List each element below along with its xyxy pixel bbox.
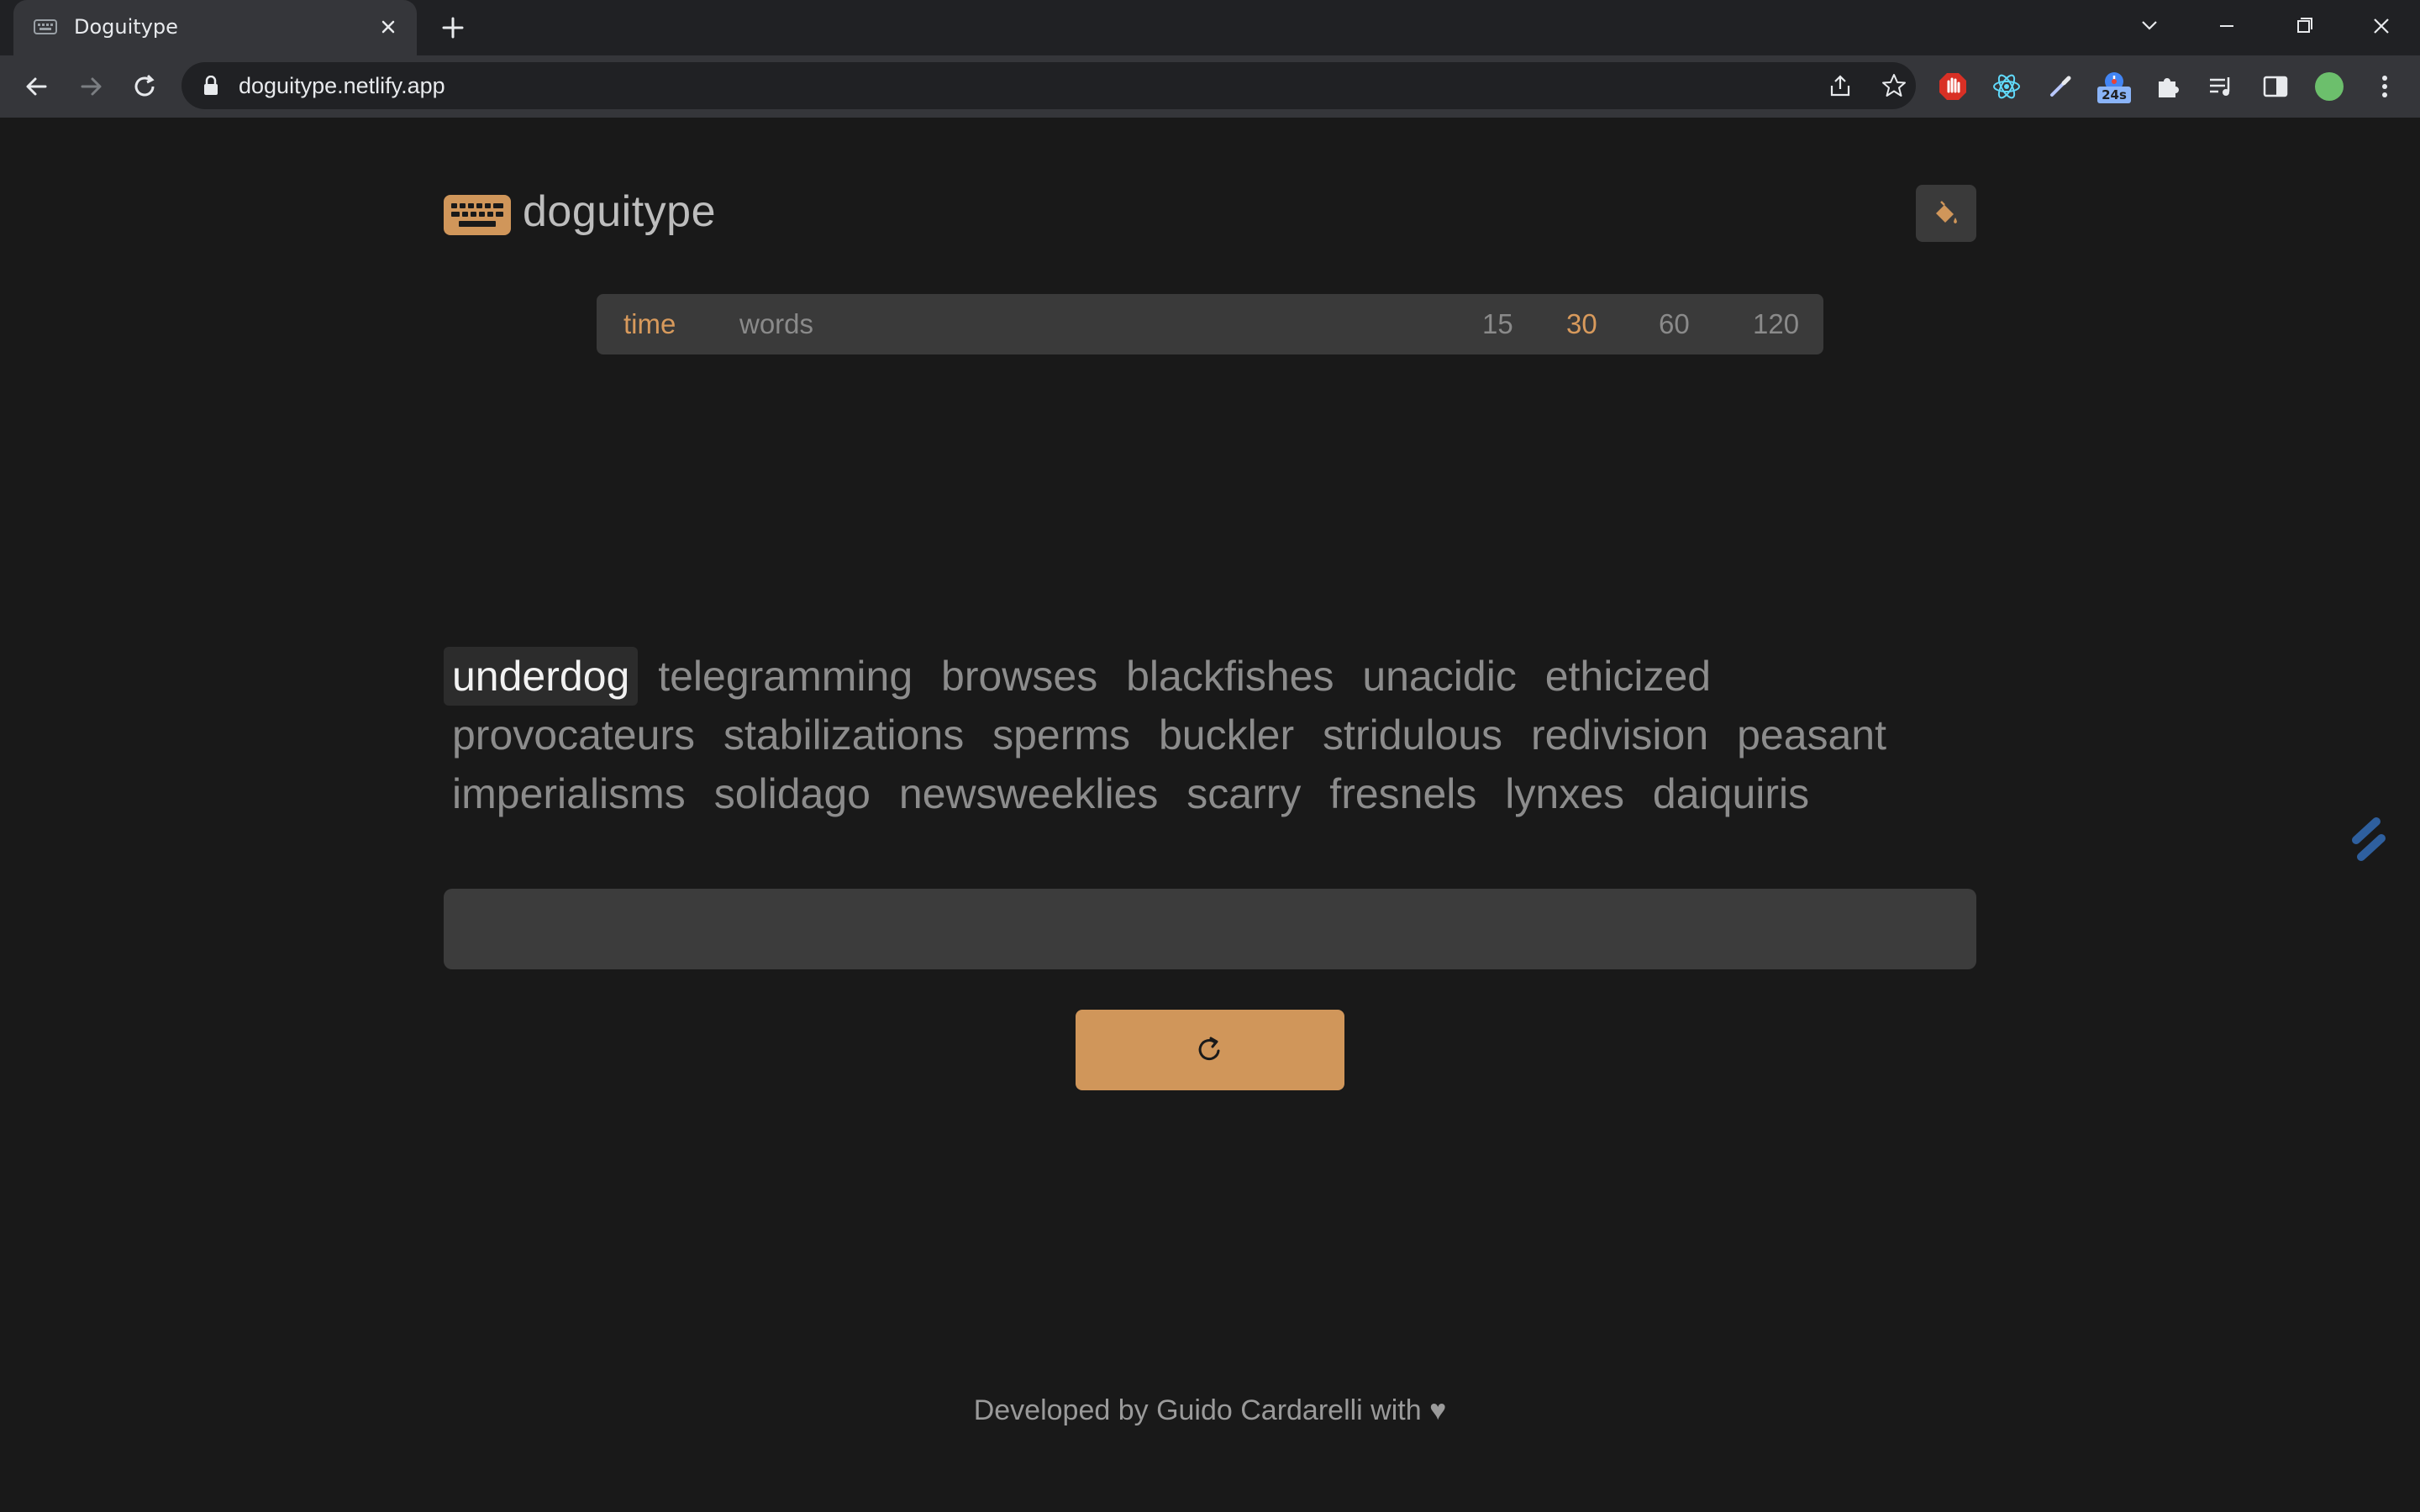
duration-120[interactable]: 120 <box>1753 308 1799 340</box>
word-list: underdog telegramming browses blackfishe… <box>444 647 1981 823</box>
footer-credit: Developed by Guido Cardarelli with ♥ <box>973 1394 1447 1426</box>
timer-extension-icon[interactable]: 24s <box>2097 70 2131 103</box>
word: scarry <box>1186 770 1302 817</box>
chevron-down-icon[interactable] <box>2133 12 2166 40</box>
lock-icon[interactable] <box>203 76 218 96</box>
word: fresnels <box>1329 770 1477 817</box>
theme-button[interactable] <box>1916 185 1976 242</box>
close-icon[interactable] <box>375 13 402 40</box>
word: ethicized <box>1544 653 1712 700</box>
back-arrow-icon[interactable] <box>20 70 54 103</box>
word: telegramming <box>658 653 913 700</box>
word: newsweeklies <box>898 770 1159 817</box>
kebab-menu-icon[interactable] <box>2368 70 2402 103</box>
current-word: underdog <box>444 647 639 706</box>
keyboard-favicon <box>34 19 57 34</box>
word: unacidic <box>1362 653 1517 700</box>
share-icon[interactable] <box>1827 72 1854 99</box>
word: browses <box>941 653 1098 700</box>
word: lynxes <box>1505 770 1625 817</box>
word: stabilizations <box>723 711 965 759</box>
url-text[interactable]: doguitype.netlify.app <box>239 73 445 99</box>
browser-tab-bar: Doguitype <box>0 0 2420 55</box>
star-icon[interactable] <box>1881 72 1907 99</box>
word: redivision <box>1530 711 1709 759</box>
browser-tab[interactable]: Doguitype <box>13 0 417 55</box>
page-content: doguitype time words 15 30 60 120 underd… <box>0 118 2420 1512</box>
duration-30[interactable]: 30 <box>1566 308 1597 340</box>
plus-icon[interactable] <box>437 12 469 44</box>
puzzle-extensions-icon[interactable] <box>2151 70 2185 103</box>
word: blackfishes <box>1126 653 1334 700</box>
restore-icon[interactable] <box>2287 12 2321 40</box>
timer-badge: 24s <box>2097 87 2131 103</box>
eyedropper-icon[interactable] <box>2044 70 2077 103</box>
word: provocateurs <box>452 711 696 759</box>
word: stridulous <box>1323 711 1503 759</box>
restart-button[interactable] <box>1076 1010 1344 1090</box>
reload-icon[interactable] <box>128 70 161 103</box>
word: buckler <box>1158 711 1295 759</box>
restart-icon <box>1198 1037 1220 1061</box>
mode-words[interactable]: words <box>739 308 813 340</box>
media-queue-icon[interactable] <box>2205 70 2238 103</box>
app-logo-text[interactable]: doguitype <box>523 186 716 237</box>
mode-selector: time words 15 30 60 120 <box>597 294 1823 354</box>
side-panel-icon[interactable] <box>2259 70 2292 103</box>
word: peasant <box>1737 711 1887 759</box>
word: solidago <box>713 770 871 817</box>
mode-time[interactable]: time <box>623 308 676 340</box>
address-bar[interactable]: doguitype.netlify.app <box>182 62 1916 109</box>
adblock-icon[interactable] <box>1936 70 1970 103</box>
minimize-icon[interactable] <box>2210 12 2244 40</box>
keyboard-icon <box>444 195 511 235</box>
word: sperms <box>992 711 1131 759</box>
word: daiquiris <box>1652 770 1810 817</box>
duration-15[interactable]: 15 <box>1482 308 1513 340</box>
paint-bucket-icon <box>1936 201 1957 223</box>
floating-extension-icon[interactable] <box>2339 806 2398 874</box>
word: imperialisms <box>452 770 686 817</box>
browser-toolbar: doguitype.netlify.app 24s <box>0 55 2420 118</box>
react-devtools-icon[interactable] <box>1990 70 2023 103</box>
duration-60[interactable]: 60 <box>1659 308 1690 340</box>
tab-title: Doguitype <box>74 15 178 39</box>
typing-input[interactable] <box>444 889 1976 969</box>
close-window-icon[interactable] <box>2365 12 2398 40</box>
profile-avatar[interactable] <box>2312 70 2346 103</box>
forward-arrow-icon[interactable] <box>74 70 108 103</box>
